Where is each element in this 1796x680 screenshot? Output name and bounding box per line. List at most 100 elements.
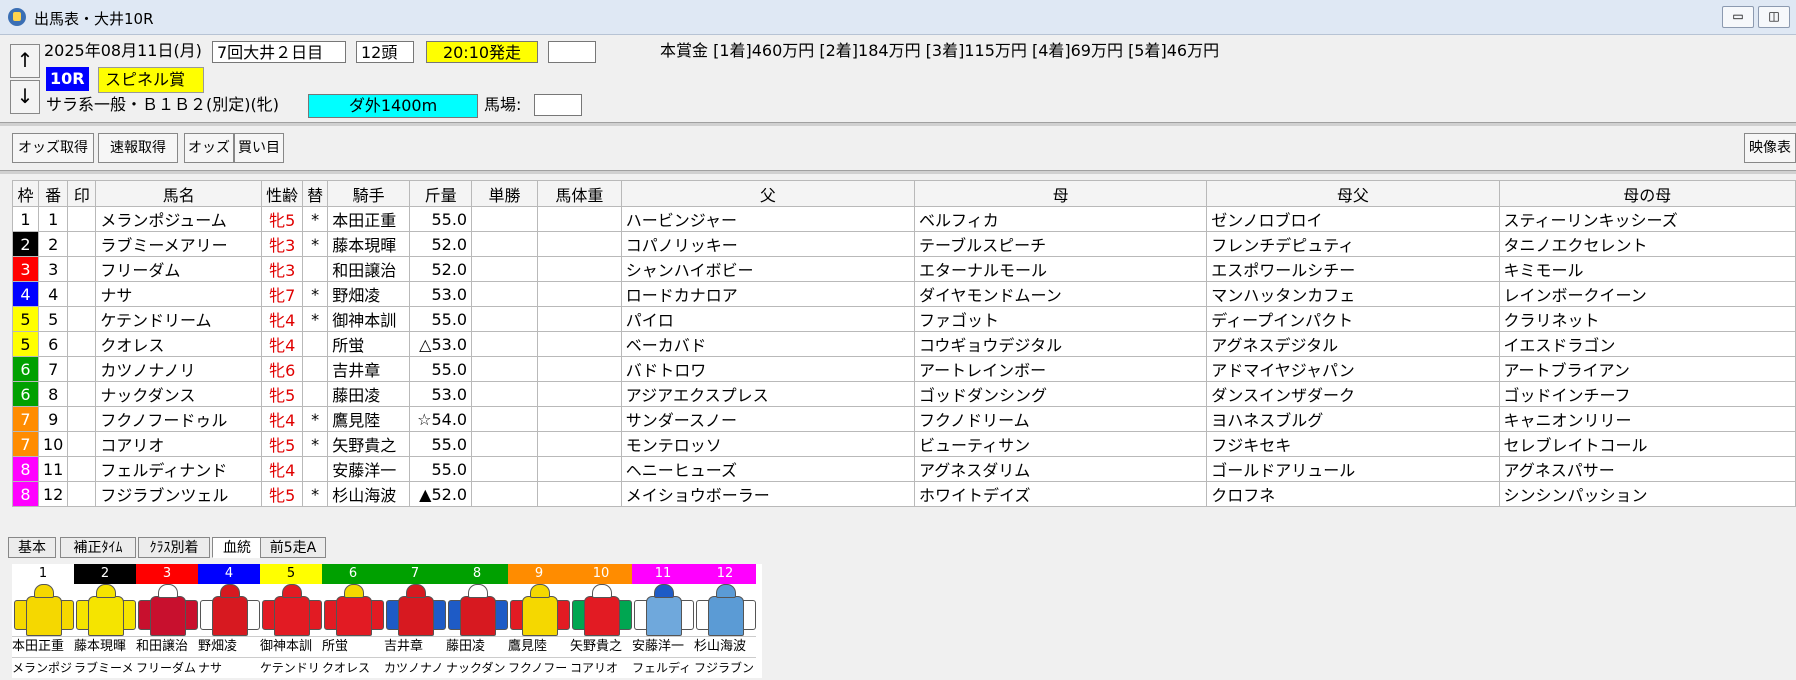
- kae-cell: *: [302, 431, 329, 457]
- mark-cell[interactable]: [67, 481, 97, 507]
- minimize-button[interactable]: ▭: [1722, 6, 1754, 28]
- mark-cell[interactable]: [67, 206, 97, 232]
- father-cell: シャンハイボビー: [620, 256, 916, 282]
- col-bmsire[interactable]: 母父: [1206, 180, 1500, 207]
- tab-prev5[interactable]: 前5走A: [260, 537, 326, 558]
- tab-pedigree[interactable]: 血統: [212, 537, 262, 558]
- mark-cell[interactable]: [67, 231, 97, 257]
- silk-column[interactable]: 4 野畑凌 ナサ: [198, 564, 260, 678]
- odds-button[interactable]: オッズ: [184, 133, 234, 163]
- next-race-button[interactable]: ↓: [10, 80, 40, 114]
- ban-cell: 8: [37, 381, 69, 407]
- silk-cap: [96, 584, 116, 598]
- silk-column[interactable]: 5 御神本訓 ケテンドリ: [260, 564, 322, 678]
- col-mm[interactable]: 母の母: [1498, 180, 1796, 207]
- mm-cell: アグネスパサー: [1498, 456, 1796, 482]
- silk-column[interactable]: 11 安藤洋一 フェルディ: [632, 564, 694, 678]
- tab-class-result[interactable]: ｸﾗｽ別着: [138, 537, 210, 558]
- col-kinryo[interactable]: 斤量: [409, 180, 473, 207]
- tab-hosei-time[interactable]: 補正ﾀｲﾑ: [60, 537, 136, 558]
- horse-name-cell: フェルディナンド: [95, 456, 263, 482]
- mother-cell: フクノドリーム: [914, 406, 1208, 432]
- table-row[interactable]: 6 8 ナックダンス 牝5 藤田凌 53.0 アジアエクスプレス ゴッドダンシング ダンスインザ…: [12, 381, 1796, 407]
- table-row[interactable]: 8 11 フェルディナンド 牝4 安藤洋一 55.0 ヘニーヒューズ アグネスダリム ゴールドア…: [12, 456, 1796, 482]
- kaime-button[interactable]: 買い目: [234, 133, 284, 163]
- mark-cell[interactable]: [67, 456, 97, 482]
- mark-cell[interactable]: [67, 306, 97, 332]
- father-cell: パイロ: [620, 306, 916, 332]
- table-row[interactable]: 3 3 フリーダム 牝3 和田譲治 52.0 シャンハイボビー エターナルモール エスポワールシ…: [12, 256, 1796, 282]
- table-row[interactable]: 1 1 メランポジューム 牝5 * 本田正重 55.0 ハービンジャー ベルフィカ ゼンノロブロイ…: [12, 206, 1796, 232]
- horse-name-cell: メランポジューム: [95, 206, 263, 232]
- baba-field[interactable]: [534, 94, 582, 116]
- horse-name-cell: フクノフードゥル: [95, 406, 263, 432]
- silk-column[interactable]: 3 和田譲治 フリーダム: [136, 564, 198, 678]
- silk-cap: [654, 584, 674, 598]
- table-row[interactable]: 5 6 クオレス 牝4 所蛍 △53.0 ベーカバド コウギョウデジタル アグネスデジタル イエス…: [12, 331, 1796, 357]
- mark-cell[interactable]: [67, 406, 97, 432]
- ban-cell: 7: [37, 356, 69, 382]
- col-sex-age[interactable]: 性齢: [261, 180, 304, 207]
- col-waku[interactable]: 枠: [12, 180, 39, 207]
- mark-cell[interactable]: [67, 281, 97, 307]
- col-jockey[interactable]: 騎手: [327, 180, 411, 207]
- waku-cell: 5: [12, 331, 39, 357]
- table-row[interactable]: 5 5 ケテンドリーム 牝4 * 御神本訓 55.0 パイロ ファゴット ディープインパクト クラリ…: [12, 306, 1796, 332]
- col-mark[interactable]: 印: [67, 180, 97, 207]
- silk-cap: [282, 584, 302, 598]
- table-row[interactable]: 4 4 ナサ 牝7 * 野畑凌 53.0 ロードカナロア ダイヤモンドムーン マンハッタンカフェレ…: [12, 281, 1796, 307]
- kae-cell: *: [302, 281, 329, 307]
- mark-cell[interactable]: [67, 356, 97, 382]
- silk-jockey-name: 鷹見陸: [508, 636, 570, 657]
- mark-cell[interactable]: [67, 256, 97, 282]
- tab-basic[interactable]: 基本: [8, 537, 56, 558]
- maximize-button[interactable]: ◫: [1758, 6, 1790, 28]
- silk-column[interactable]: 10 矢野貴之 コアリオ: [570, 564, 632, 678]
- renpuku-get-button[interactable]: 速報取得: [98, 133, 178, 163]
- horse-name-cell: ナックダンス: [95, 381, 263, 407]
- mark-cell[interactable]: [67, 381, 97, 407]
- bmsire-cell: フレンチデピュティ: [1206, 231, 1500, 257]
- kinryo-cell: 55.0: [409, 456, 473, 482]
- extra-field[interactable]: [548, 41, 596, 63]
- tansho-cell: [471, 281, 538, 307]
- odds-get-button[interactable]: オッズ取得: [12, 133, 94, 163]
- jockey-silk-icon: [446, 584, 508, 636]
- silk-number: 2: [74, 564, 136, 584]
- silk-column[interactable]: 7 吉井章 カツノナノ: [384, 564, 446, 678]
- mother-cell: アートレインボー: [914, 356, 1208, 382]
- col-mother[interactable]: 母: [914, 180, 1208, 207]
- silk-body: [522, 596, 558, 636]
- silk-column[interactable]: 8 藤田凌 ナックダン: [446, 564, 508, 678]
- table-row[interactable]: 2 2 ラブミーメアリー 牝3 * 藤本現暉 52.0 コパノリッキー テーブルスピーチ フレンチ…: [12, 231, 1796, 257]
- silk-column[interactable]: 12 杉山海波 フジラブン: [694, 564, 756, 678]
- col-horse-name[interactable]: 馬名: [95, 180, 263, 207]
- table-row[interactable]: 6 7 カツノナノリ 牝6 吉井章 55.0 バドトロワ アートレインボー アドマイヤジャパンア…: [12, 356, 1796, 382]
- silk-body: [274, 596, 310, 636]
- video-button[interactable]: 映像表: [1744, 133, 1796, 163]
- silk-column[interactable]: 2 藤本現暉 ラブミーメ: [74, 564, 136, 678]
- mark-cell[interactable]: [67, 431, 97, 457]
- jockey-cell: 御神本訓: [327, 306, 411, 332]
- col-tansho[interactable]: 単勝: [471, 180, 538, 207]
- silk-column[interactable]: 1 本田正重 メランポジ: [12, 564, 74, 678]
- silk-column[interactable]: 9 鷹見陸 フクノフー: [508, 564, 570, 678]
- mark-cell[interactable]: [67, 331, 97, 357]
- bmsire-cell: アドマイヤジャパン: [1206, 356, 1500, 382]
- col-weight[interactable]: 馬体重: [536, 180, 622, 207]
- weight-cell: [536, 481, 622, 507]
- table-row[interactable]: 7 10 コアリオ 牝5 * 矢野貴之 55.0 モンテロッソ ビューティサン フジキセキ セレブレ…: [12, 431, 1796, 457]
- kinryo-cell: 52.0: [409, 256, 473, 282]
- silk-horse-name: フェルディ: [632, 657, 694, 678]
- col-kae[interactable]: 替: [302, 180, 329, 207]
- bmsire-cell: ゴールドアリュール: [1206, 456, 1500, 482]
- prev-race-button[interactable]: ↑: [10, 44, 40, 78]
- race-number-badge: 10R: [46, 67, 89, 91]
- col-father[interactable]: 父: [620, 180, 916, 207]
- jockey-cell: 杉山海波: [327, 481, 411, 507]
- table-row[interactable]: 7 9 フクノフードゥル 牝4 * 鷹見陸 ☆54.0 サンダースノー フクノドリーム ヨハネスブ…: [12, 406, 1796, 432]
- waku-cell: 4: [12, 281, 39, 307]
- col-ban[interactable]: 番: [37, 180, 69, 207]
- silk-column[interactable]: 6 所蛍 クオレス: [322, 564, 384, 678]
- table-row[interactable]: 8 12 フジラブンツェル 牝5 * 杉山海波 ▲52.0 メイショウボーラー ホワイトデイズク…: [12, 481, 1796, 507]
